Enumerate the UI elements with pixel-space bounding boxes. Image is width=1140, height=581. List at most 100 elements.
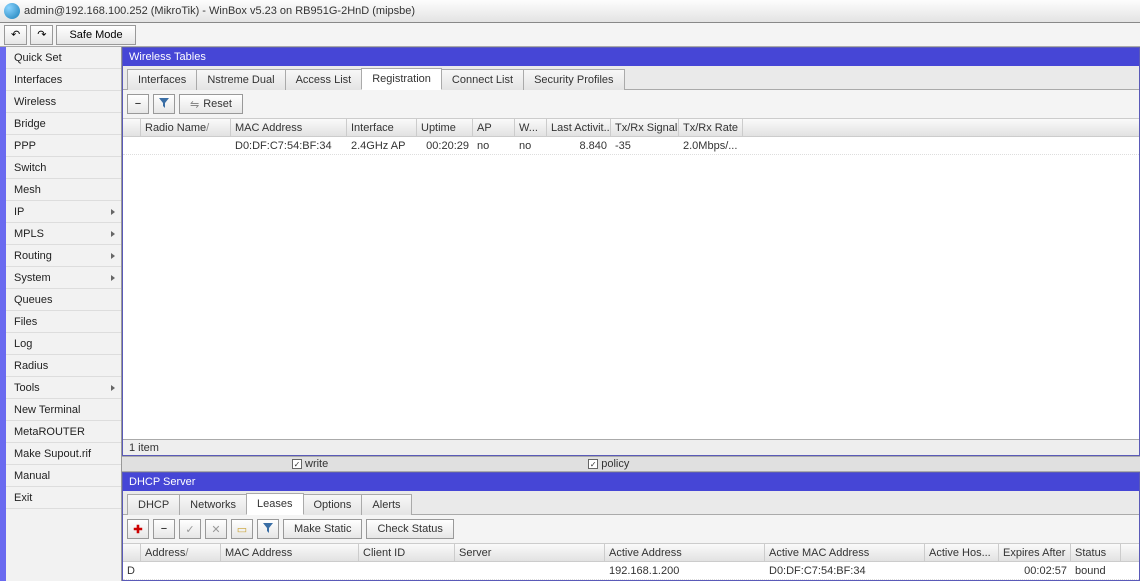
disable-button[interactable]: ✕ xyxy=(205,519,227,539)
column-header[interactable]: MAC Address xyxy=(221,544,359,561)
remove-button[interactable]: − xyxy=(153,519,175,539)
column-header[interactable]: Active Hos... xyxy=(925,544,999,561)
sidebar-item-switch[interactable]: Switch xyxy=(6,157,121,179)
column-header[interactable]: Active MAC Address xyxy=(765,544,925,561)
checkbox-icon[interactable]: ✓ xyxy=(588,459,598,469)
dhcp-server-window: DHCP Server DHCPNetworksLeasesOptionsAle… xyxy=(122,472,1140,581)
sidebar-item-log[interactable]: Log xyxy=(6,333,121,355)
make-static-button[interactable]: Make Static xyxy=(283,519,362,539)
tab-security-profiles[interactable]: Security Profiles xyxy=(523,69,624,90)
sidebar-item-queues[interactable]: Queues xyxy=(6,289,121,311)
tab-registration[interactable]: Registration xyxy=(361,68,442,90)
reset-button[interactable]: ⇋Reset xyxy=(179,94,243,114)
chevron-right-icon xyxy=(111,231,115,237)
tab-nstreme-dual[interactable]: Nstreme Dual xyxy=(196,69,285,90)
sidebar-item-system[interactable]: System xyxy=(6,267,121,289)
column-header[interactable] xyxy=(123,544,141,561)
sidebar-item-quick-set[interactable]: Quick Set xyxy=(6,47,121,69)
column-header[interactable]: Address / xyxy=(141,544,221,561)
wireless-status-bar: 1 item xyxy=(123,439,1139,455)
sidebar-item-interfaces[interactable]: Interfaces xyxy=(6,69,121,91)
sidebar-item-ip[interactable]: IP xyxy=(6,201,121,223)
safe-mode-button[interactable]: Safe Mode xyxy=(56,25,135,45)
column-header[interactable]: MAC Address xyxy=(231,119,347,136)
sidebar-item-bridge[interactable]: Bridge xyxy=(6,113,121,135)
cell-interface: 2.4GHz AP xyxy=(347,140,417,152)
cell-ap: no xyxy=(473,140,515,152)
comment-button[interactable]: ▭ xyxy=(231,519,253,539)
column-header[interactable]: Tx/Rx Rate xyxy=(679,119,743,136)
make-static-label: Make Static xyxy=(294,523,351,535)
sidebar-item-wireless[interactable]: Wireless xyxy=(6,91,121,113)
table-row[interactable]: D 192.168.1.200 D0:DF:C7:54:BF:34 00:02:… xyxy=(123,562,1139,580)
sidebar-item-routing[interactable]: Routing xyxy=(6,245,121,267)
plus-icon: ✚ xyxy=(133,523,142,536)
column-header[interactable]: Uptime xyxy=(417,119,473,136)
sidebar-item-manual[interactable]: Manual xyxy=(6,465,121,487)
sidebar-item-radius[interactable]: Radius xyxy=(6,355,121,377)
sidebar-item-mpls[interactable]: MPLS xyxy=(6,223,121,245)
column-header[interactable]: Server xyxy=(455,544,605,561)
sidebar-item-label: Routing xyxy=(14,250,52,262)
dhcp-grid-body[interactable]: D 192.168.1.200 D0:DF:C7:54:BF:34 00:02:… xyxy=(123,562,1139,580)
filter-button[interactable] xyxy=(153,94,175,114)
tab-leases[interactable]: Leases xyxy=(246,493,303,515)
sidebar-item-label: New Terminal xyxy=(14,404,80,416)
column-header[interactable]: AP xyxy=(473,119,515,136)
sidebar-item-files[interactable]: Files xyxy=(6,311,121,333)
sidebar-item-exit[interactable]: Exit xyxy=(6,487,121,509)
redo-icon: ↷ xyxy=(37,28,46,41)
check-status-label: Check Status xyxy=(377,523,442,535)
sidebar-item-label: Switch xyxy=(14,162,46,174)
undo-button[interactable]: ↶ xyxy=(4,25,27,45)
column-header[interactable]: Tx/Rx Signal ... xyxy=(611,119,679,136)
wireless-grid-body[interactable]: D0:DF:C7:54:BF:34 2.4GHz AP 00:20:29 no … xyxy=(123,137,1139,439)
sidebar-item-label: Wireless xyxy=(14,96,56,108)
tab-connect-list[interactable]: Connect List xyxy=(441,69,524,90)
tab-dhcp[interactable]: DHCP xyxy=(127,494,180,515)
tab-alerts[interactable]: Alerts xyxy=(361,494,411,515)
sidebar-item-new-terminal[interactable]: New Terminal xyxy=(6,399,121,421)
tab-access-list[interactable]: Access List xyxy=(285,69,363,90)
write-label: write xyxy=(305,458,328,470)
column-header[interactable]: Status xyxy=(1071,544,1121,561)
column-header[interactable]: W... xyxy=(515,119,547,136)
tab-interfaces[interactable]: Interfaces xyxy=(127,69,197,90)
check-status-button[interactable]: Check Status xyxy=(366,519,453,539)
tab-options[interactable]: Options xyxy=(303,494,363,515)
policy-label: policy xyxy=(601,458,629,470)
dhcp-window-title: DHCP Server xyxy=(123,473,1139,491)
column-header[interactable]: Active Address xyxy=(605,544,765,561)
column-header[interactable] xyxy=(123,119,141,136)
sidebar-item-make-supout-rif[interactable]: Make Supout.rif xyxy=(6,443,121,465)
redo-button[interactable]: ↷ xyxy=(30,25,53,45)
remove-button[interactable]: − xyxy=(127,94,149,114)
dhcp-toolbar: ✚ − ✓ ✕ ▭ Make Static Check Status xyxy=(123,515,1139,544)
sidebar-item-label: PPP xyxy=(14,140,36,152)
cell-status: bound xyxy=(1071,565,1121,577)
reset-label: Reset xyxy=(203,98,232,110)
sidebar-item-label: MetaROUTER xyxy=(14,426,85,438)
table-row[interactable]: D0:DF:C7:54:BF:34 2.4GHz AP 00:20:29 no … xyxy=(123,137,1139,155)
sidebar-item-label: Radius xyxy=(14,360,48,372)
sidebar-item-metarouter[interactable]: MetaROUTER xyxy=(6,421,121,443)
check-icon: ✓ xyxy=(185,523,194,536)
column-header[interactable]: Last Activit... xyxy=(547,119,611,136)
comment-icon: ▭ xyxy=(237,523,247,536)
enable-button[interactable]: ✓ xyxy=(179,519,201,539)
column-header[interactable]: Expires After xyxy=(999,544,1071,561)
tab-networks[interactable]: Networks xyxy=(179,494,247,515)
sidebar-item-tools[interactable]: Tools xyxy=(6,377,121,399)
add-button[interactable]: ✚ xyxy=(127,519,149,539)
column-header[interactable]: Radio Name / xyxy=(141,119,231,136)
sidebar-item-mesh[interactable]: Mesh xyxy=(6,179,121,201)
cell-rate: 2.0Mbps/... xyxy=(679,140,743,152)
undo-icon: ↶ xyxy=(11,28,20,41)
sidebar-item-ppp[interactable]: PPP xyxy=(6,135,121,157)
filter-button[interactable] xyxy=(257,519,279,539)
app-icon xyxy=(4,3,20,19)
column-header[interactable]: Client ID xyxy=(359,544,455,561)
column-header[interactable]: Interface xyxy=(347,119,417,136)
checkbox-icon[interactable]: ✓ xyxy=(292,459,302,469)
cell-active-address: 192.168.1.200 xyxy=(605,565,765,577)
